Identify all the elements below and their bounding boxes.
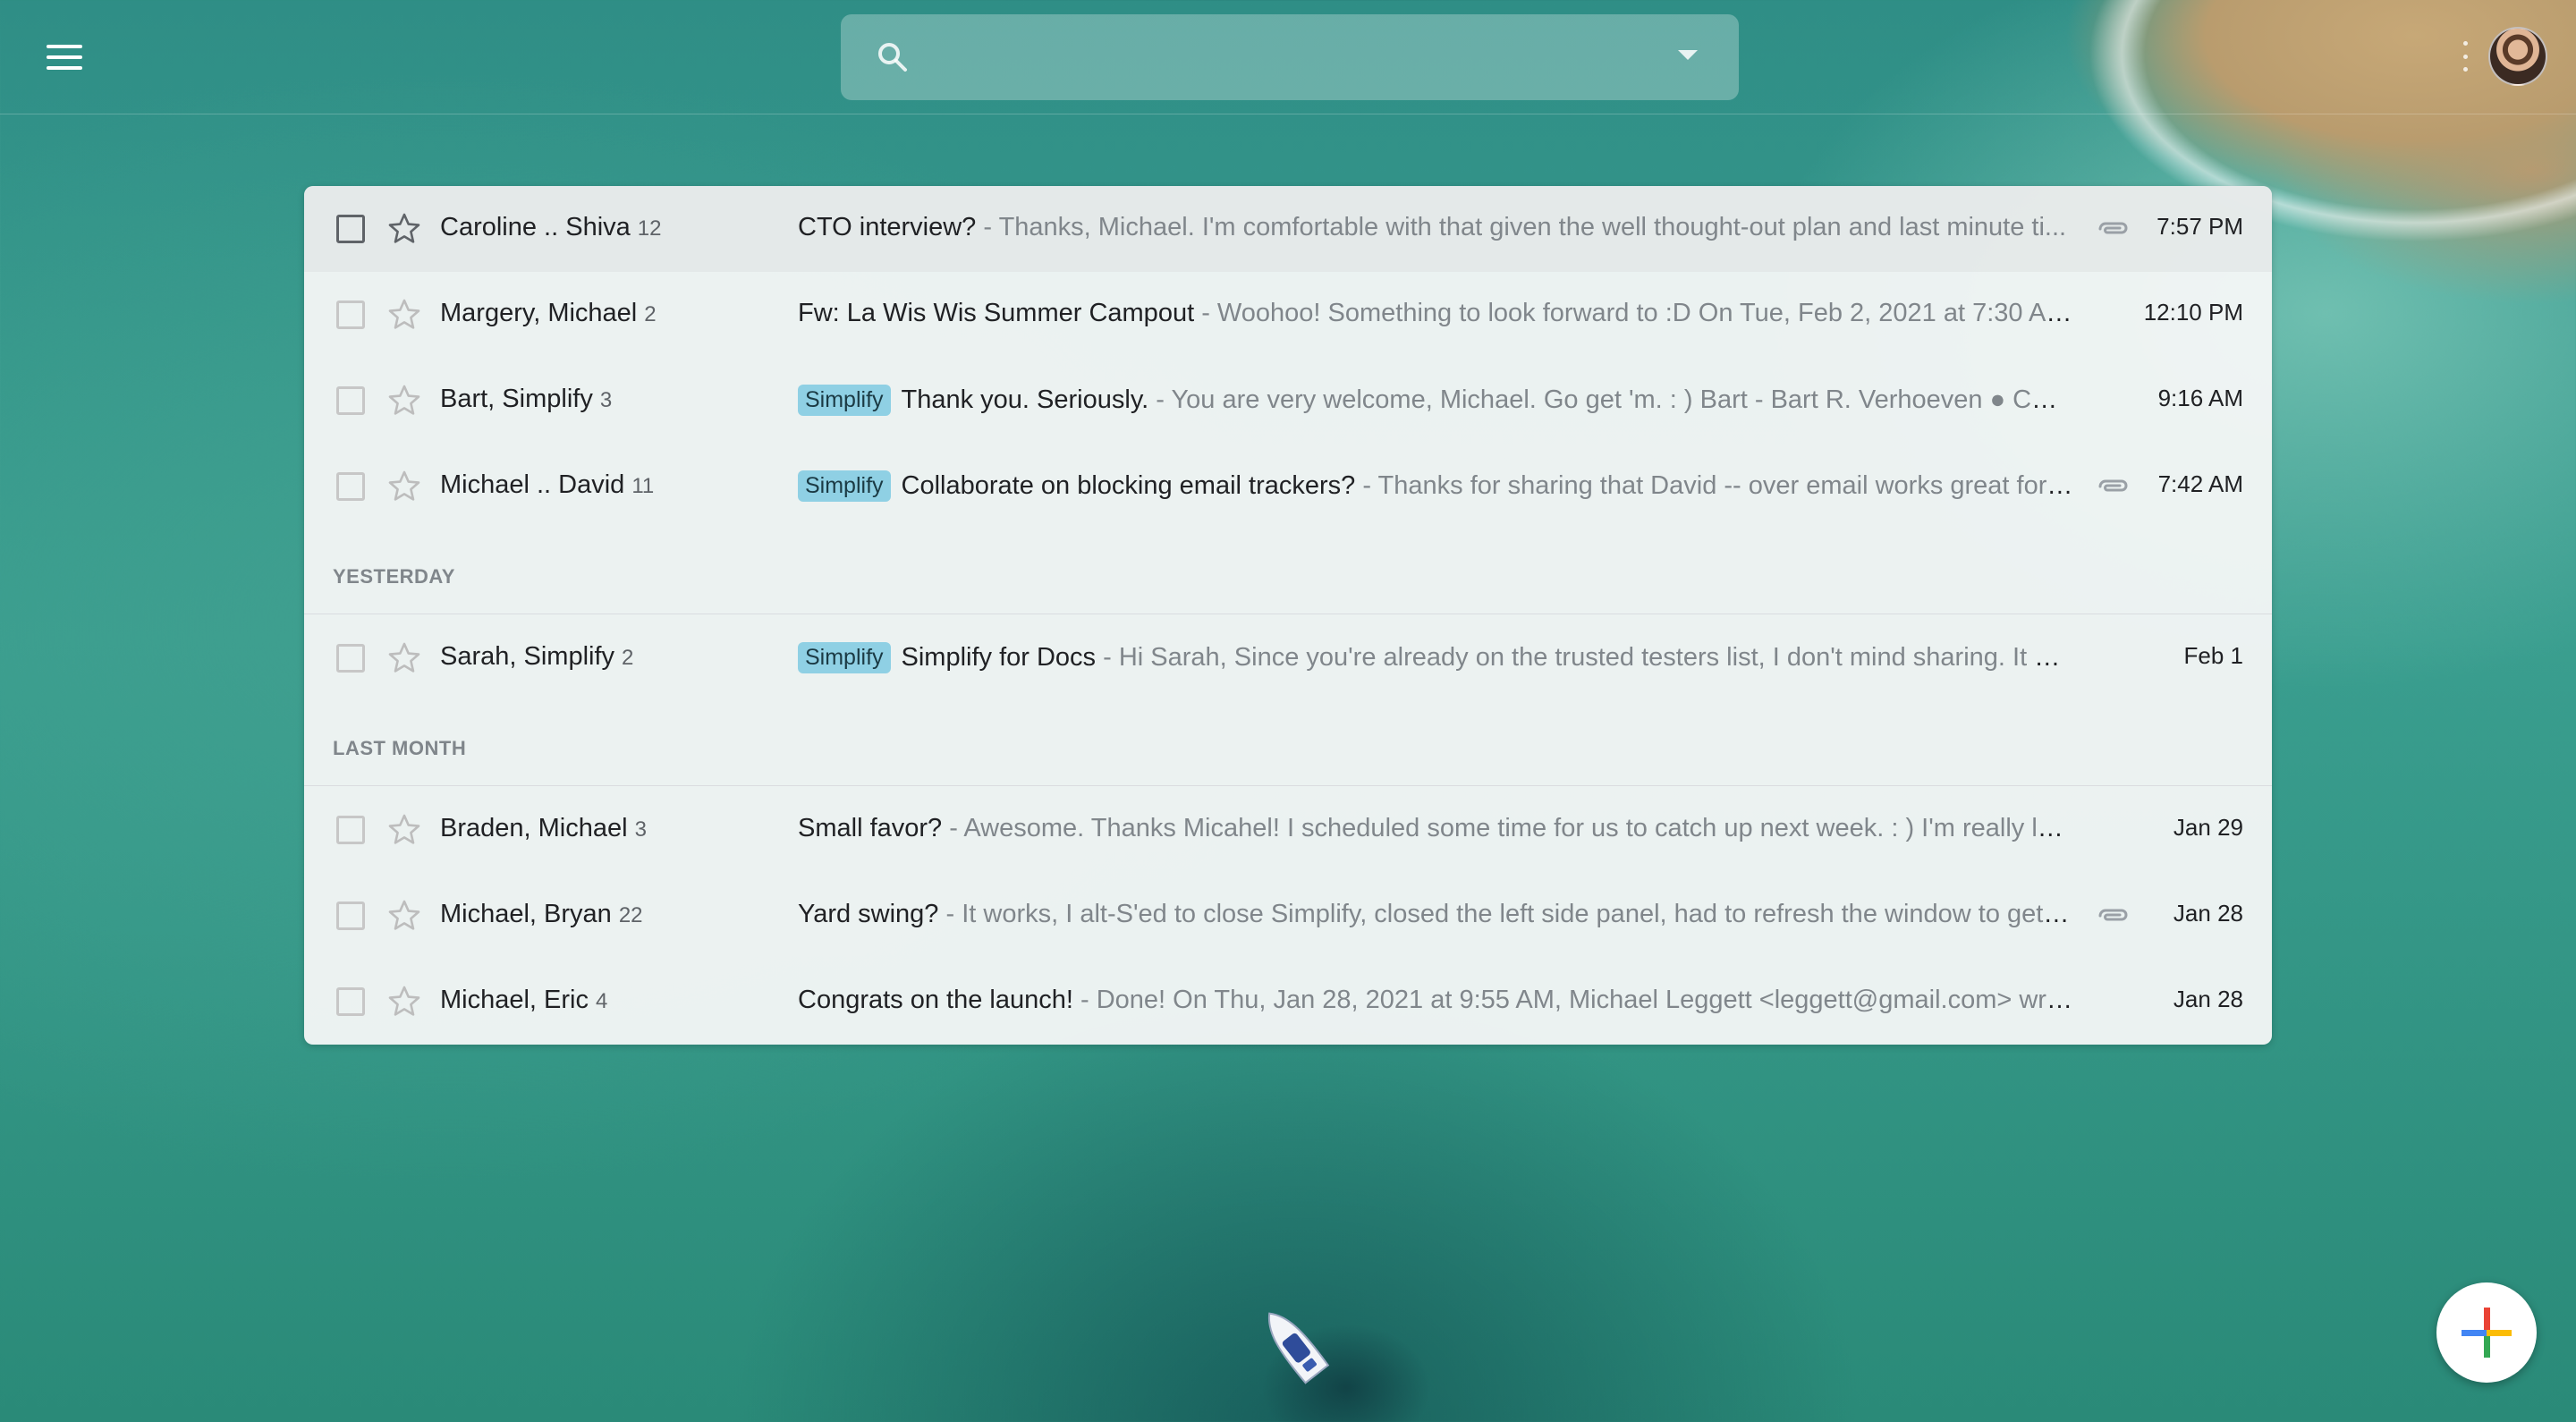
thread-count: 3 <box>599 388 613 412</box>
select-checkbox[interactable] <box>336 300 365 329</box>
compose-plus-icon-part <box>2462 1330 2487 1336</box>
search-icon[interactable] <box>875 39 911 75</box>
boat-image <box>1267 1312 1330 1384</box>
thread-count: 11 <box>631 474 655 498</box>
thread-message: Fw: La Wis Wis Summer Campout - Woohoo! … <box>798 299 2073 334</box>
attachment-icon[interactable] <box>2093 474 2132 499</box>
compose-plus-icon-part <box>2484 1333 2490 1358</box>
thread-sender: Bart, Simplify 3 <box>440 385 613 413</box>
thread-row[interactable]: Braden, Michael 3 Small favor? - Awesome.… <box>304 787 2272 873</box>
thread-message: CTO interview? - Thanks, Michael. I'm co… <box>798 213 2067 241</box>
section-heading-yesterday: YESTERDAY <box>333 565 455 588</box>
thread-sender: Braden, Michael 3 <box>440 814 647 842</box>
select-checkbox[interactable] <box>336 386 365 415</box>
thread-row[interactable]: Michael, Bryan 22 Yard swing? - It works,… <box>304 873 2272 959</box>
thread-snippet: You are very welcome, Michael. Go get 'm… <box>1171 385 2073 414</box>
star-icon[interactable] <box>386 812 422 848</box>
thread-time: Feb 1 <box>2183 642 2244 669</box>
thread-message: Congrats on the launch! - Done! On Thu, … <box>798 986 2073 1021</box>
thread-count: 2 <box>622 646 634 670</box>
star-icon[interactable] <box>386 469 422 504</box>
star-icon[interactable] <box>386 984 422 1020</box>
compose-plus-icon <box>2484 1308 2490 1333</box>
select-checkbox[interactable] <box>336 215 365 243</box>
thread-snippet: Awesome. Thanks Micahel! I scheduled som… <box>963 814 2073 842</box>
thread-subject: Fw: La Wis Wis Summer Campout <box>798 299 1195 327</box>
thread-time: Jan 29 <box>2173 814 2243 841</box>
thread-sender: Margery, Michael 2 <box>440 299 657 327</box>
star-icon[interactable] <box>386 640 422 676</box>
thread-sender: Sarah, Simplify 2 <box>440 642 634 671</box>
search-input[interactable] <box>927 32 1606 82</box>
thread-snippet: Hi Sarah, Since you're already on the tr… <box>1118 643 2073 672</box>
thread-message: Simplify Collaborate on blocking email tr… <box>798 470 2073 506</box>
thread-time: Jan 28 <box>2173 900 2243 927</box>
thread-count: 12 <box>637 216 662 241</box>
thread-sender: Michael, Bryan 22 <box>440 900 643 928</box>
thread-count: 2 <box>644 302 657 326</box>
thread-row[interactable]: Michael .. David 11 Simplify Collaborate o… <box>304 444 2272 529</box>
thread-snippet: Done! On Thu, Jan 28, 2021 at 9:55 AM, M… <box>1096 986 2073 1014</box>
thread-time: 7:42 AM <box>2157 470 2243 497</box>
menu-icon[interactable] <box>43 39 86 75</box>
select-checkbox[interactable] <box>336 901 365 930</box>
select-checkbox[interactable] <box>336 644 365 673</box>
thread-row[interactable]: Margery, Michael 2 Fw: La Wis Wis Summer … <box>304 272 2272 358</box>
thread-snippet: Thanks for sharing that David -- over em… <box>1377 471 2073 500</box>
thread-sender: Michael .. David 11 <box>440 470 655 499</box>
thread-snippet: Woohoo! Something to look forward to :D … <box>1216 299 2073 327</box>
thread-time: Jan 28 <box>2173 986 2243 1012</box>
star-icon[interactable] <box>386 898 422 934</box>
thread-count: 4 <box>596 989 608 1013</box>
top-bar <box>0 0 2576 114</box>
thread-row[interactable]: Bart, Simplify 3 Simplify Thank you. Serio… <box>304 358 2272 444</box>
compose-button[interactable] <box>2436 1282 2537 1383</box>
thread-sender: Caroline .. Shiva 12 <box>440 213 662 241</box>
section-heading-last-month: LAST MONTH <box>333 737 467 759</box>
thread-count: 3 <box>634 817 647 842</box>
thread-message: Yard swing? - It works, I alt-S'ed to cl… <box>798 900 2073 935</box>
thread-time: 9:16 AM <box>2157 385 2243 411</box>
star-icon[interactable] <box>386 211 422 247</box>
thread-subject: Collaborate on blocking email trackers? <box>901 471 1356 500</box>
thread-row[interactable]: Caroline .. Shiva 12 CTO interview? - Tha… <box>304 186 2272 272</box>
thread-time: 12:10 PM <box>2143 299 2243 326</box>
chevron-down-icon[interactable] <box>1678 50 1698 60</box>
thread-message: Small favor? - Awesome. Thanks Micahel! … <box>798 814 2073 850</box>
thread-subject: Yard swing? <box>798 900 939 928</box>
thread-list: Caroline .. Shiva 12 CTO interview? - Tha… <box>304 186 2272 1045</box>
thread-row[interactable]: Sarah, Simplify 2 Simplify Simplify for Do… <box>304 615 2272 701</box>
thread-snippet: It works, I alt-S'ed to close Simplify, … <box>962 900 2073 928</box>
label-chip[interactable]: Simplify <box>798 642 891 673</box>
attachment-icon[interactable] <box>2093 903 2132 928</box>
thread-message: Simplify Simplify for Docs - Hi Sarah, Si… <box>798 642 2073 678</box>
thread-subject: Simplify for Docs <box>901 643 1097 672</box>
search-bar[interactable] <box>841 14 1739 100</box>
select-checkbox[interactable] <box>336 987 365 1016</box>
thread-count: 22 <box>618 903 643 927</box>
select-checkbox[interactable] <box>336 472 365 501</box>
thread-message: Simplify Thank you. Seriously. - You are … <box>798 385 2073 420</box>
star-icon[interactable] <box>386 383 422 419</box>
thread-subject: Congrats on the launch! <box>798 986 1073 1014</box>
compose-plus-icon-part <box>2487 1330 2512 1336</box>
thread-subject: CTO interview? <box>798 213 977 241</box>
avatar[interactable] <box>2488 27 2547 86</box>
thread-sender: Michael, Eric 4 <box>440 986 608 1014</box>
attachment-icon[interactable] <box>2093 216 2132 241</box>
thread-time: 7:57 PM <box>2157 213 2243 240</box>
select-checkbox[interactable] <box>336 816 365 844</box>
thread-subject: Thank you. Seriously. <box>901 385 1149 414</box>
thread-row[interactable]: Michael, Eric 4 Congrats on the launch! -… <box>304 959 2272 1045</box>
thread-subject: Small favor? <box>798 814 943 842</box>
star-icon[interactable] <box>386 297 422 333</box>
thread-snippet: Thanks, Michael. I'm comfortable with th… <box>998 213 2067 241</box>
more-vert-icon[interactable] <box>2463 41 2470 72</box>
section-divider <box>304 785 2272 786</box>
label-chip[interactable]: Simplify <box>798 470 891 502</box>
label-chip[interactable]: Simplify <box>798 385 891 416</box>
